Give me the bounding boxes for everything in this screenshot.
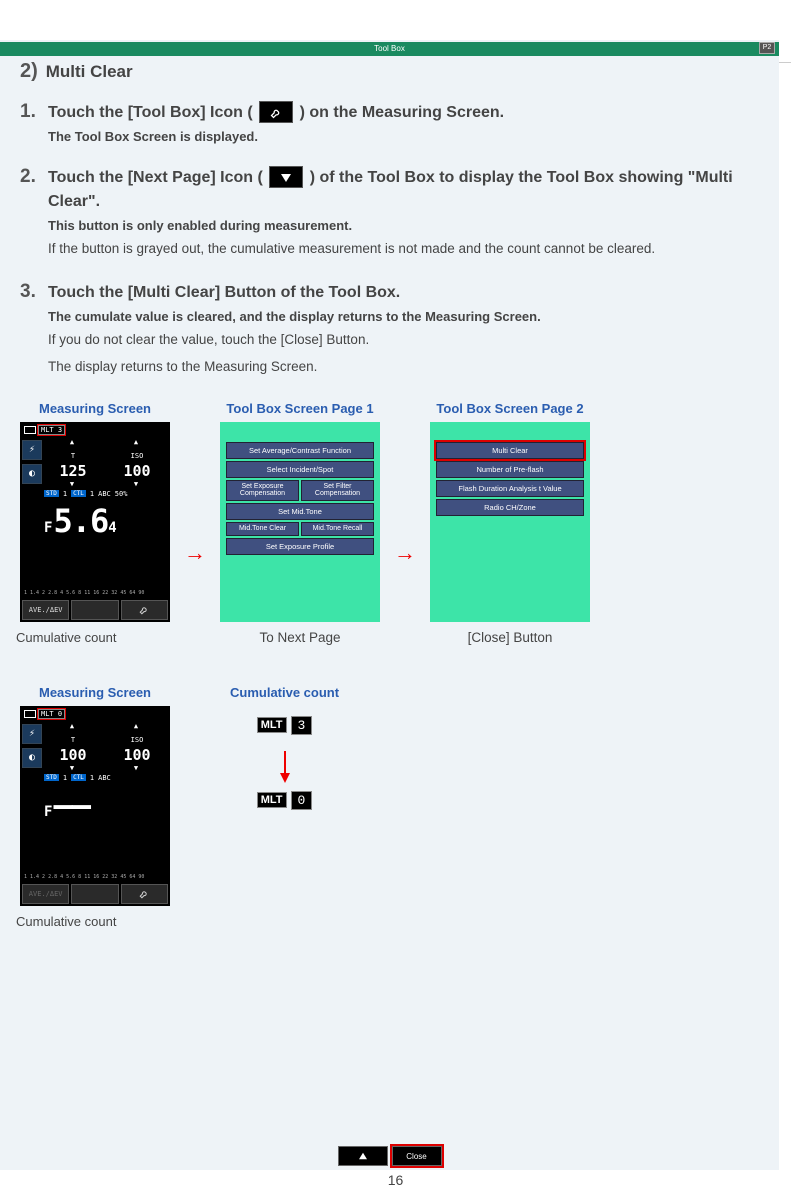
ev-scale: 1 1.4 2 2.8 4 5.6 8 11 16 22 32 45 64 90	[24, 590, 166, 596]
step-2: 2. Touch the [Next Page] Icon ( ) of the…	[20, 166, 749, 259]
iso-value[interactable]: 100	[108, 462, 166, 480]
step-3-sub: The cumulate value is cleared, and the d…	[48, 309, 749, 324]
btn-number-preflash[interactable]: Number of Pre-flash	[436, 461, 584, 478]
label-cumulative-count-2: Cumulative count	[16, 914, 116, 929]
zone-value: 1	[90, 774, 94, 782]
btn-filter-comp[interactable]: Set Filter Compensation	[301, 480, 374, 501]
iso-label: ISO	[131, 452, 144, 460]
label-cumulative-count: Cumulative count	[16, 630, 116, 645]
btn-multi-clear[interactable]: Multi Clear	[436, 442, 584, 459]
step-1-text-a: Touch the [Tool Box] Icon (	[48, 104, 253, 121]
f-reading: F5.64	[44, 502, 166, 540]
wrench-icon	[259, 101, 293, 123]
step-number: 2.	[20, 166, 36, 188]
mlt-after: MLT0	[257, 791, 313, 810]
battery-icon	[24, 426, 36, 434]
ctl-badge: CTL	[71, 490, 86, 497]
page-indicator: P2	[759, 42, 775, 54]
page-number: 16	[0, 1172, 791, 1188]
arrow-right-icon: →	[184, 540, 206, 566]
mlt-indicator: MLT 3	[38, 425, 65, 435]
iso-value[interactable]: 100	[108, 746, 166, 764]
blank-button[interactable]	[71, 884, 118, 904]
ch-value: 1	[63, 774, 67, 782]
std-badge: STD	[44, 490, 59, 497]
mlt-before: MLT3	[257, 716, 313, 735]
label-close-button: [Close] Button	[468, 630, 553, 645]
btn-exposure-profile[interactable]: Set Exposure Profile	[226, 538, 374, 555]
blank-button[interactable]	[71, 600, 118, 620]
section-heading: 2) Multi Clear	[20, 60, 749, 83]
caption-toolbox-p1: Tool Box Screen Page 1	[220, 401, 380, 416]
toolbox-button[interactable]	[121, 884, 168, 904]
arrow-stem	[284, 751, 286, 773]
step-2-sub: This button is only enabled during measu…	[48, 218, 749, 233]
toolbox-title: Tool Box	[0, 42, 779, 56]
iso-label: ISO	[131, 736, 144, 744]
section-title: Multi Clear	[46, 62, 133, 81]
arrow-down-icon	[280, 773, 290, 783]
t-label: T	[71, 452, 75, 460]
caption-measuring-screen: Measuring Screen	[39, 401, 151, 416]
toolbox-screen-p2: Tool Box P2 Multi Clear Number of Pre-fl…	[430, 422, 590, 622]
step-2-body: If the button is grayed out, the cumulat…	[48, 239, 749, 259]
sphere-mode-icon[interactable]: ◐	[22, 464, 42, 484]
percent-value: 50%	[115, 490, 128, 498]
step-2-text-a: Touch the [Next Page] Icon (	[48, 169, 263, 186]
f-reading: F––	[44, 786, 166, 824]
user-label: ABC	[98, 490, 111, 498]
btn-exposure-comp[interactable]: Set Exposure Compensation	[226, 480, 299, 501]
btn-radio-ch-zone[interactable]: Radio CH/Zone	[436, 499, 584, 516]
ave-ev-button[interactable]: AVE./ΔEV	[22, 600, 69, 620]
zone-value: 1	[90, 490, 94, 498]
flash-mode-icon[interactable]: ⚡	[22, 724, 42, 744]
std-badge: STD	[44, 774, 59, 781]
section-number: 2)	[20, 60, 38, 82]
arrow-right-icon: →	[394, 540, 416, 566]
user-label: ABC	[98, 774, 111, 782]
t-value[interactable]: 100	[44, 746, 102, 764]
t-label: T	[71, 736, 75, 744]
measuring-screen-1: MLT 3 ⚡ ◐ ▲ T	[20, 422, 170, 622]
ave-ev-button-disabled: AVE./ΔEV	[22, 884, 69, 904]
measuring-screen-2: MLT 0 ⚡ ◐ ▲ T	[20, 706, 170, 906]
step-1-sub: The Tool Box Screen is displayed.	[48, 129, 749, 144]
step-number: 1.	[20, 101, 36, 123]
prev-page-button[interactable]	[338, 1146, 388, 1166]
btn-midtone-recall[interactable]: Mid.Tone Recall	[301, 522, 374, 536]
triangle-down-icon	[269, 166, 303, 188]
t-value[interactable]: 125	[44, 462, 102, 480]
ev-scale: 1 1.4 2 2.8 4 5.6 8 11 16 22 32 45 64 90	[24, 874, 166, 880]
btn-flash-duration[interactable]: Flash Duration Analysis t Value	[436, 480, 584, 497]
sphere-mode-icon[interactable]: ◐	[22, 748, 42, 768]
toolbox-screen-p1: Tool Box P1 Set Average/Contrast Functio…	[220, 422, 380, 622]
step-3-body2: The display returns to the Measuring Scr…	[48, 357, 749, 377]
caption-measuring-screen-2: Measuring Screen	[39, 685, 151, 700]
ctl-badge: CTL	[71, 774, 86, 781]
btn-select-incident-spot[interactable]: Select Incident/Spot	[226, 461, 374, 478]
btn-midtone-clear[interactable]: Mid.Tone Clear	[226, 522, 299, 536]
btn-average-contrast[interactable]: Set Average/Contrast Function	[226, 442, 374, 459]
close-button[interactable]: Close	[392, 1146, 442, 1166]
step-1-text-b: ) on the Measuring Screen.	[300, 104, 504, 121]
battery-icon	[24, 710, 36, 718]
ch-value: 1	[63, 490, 67, 498]
step-1: 1. Touch the [Tool Box] Icon ( ) on the …	[20, 101, 749, 144]
caption-toolbox-p2: Tool Box Screen Page 2	[430, 401, 590, 416]
flash-mode-icon[interactable]: ⚡	[22, 440, 42, 460]
btn-set-midtone[interactable]: Set Mid.Tone	[226, 503, 374, 520]
caption-cumulative-count: Cumulative count	[230, 685, 339, 700]
label-to-next-page: To Next Page	[259, 630, 340, 645]
step-number: 3.	[20, 281, 36, 303]
step-3-head: Touch the [Multi Clear] Button of the To…	[48, 281, 749, 305]
step-3: 3. Touch the [Multi Clear] Button of the…	[20, 281, 749, 377]
step-3-body1: If you do not clear the value, touch the…	[48, 330, 749, 350]
toolbox-button[interactable]	[121, 600, 168, 620]
mlt-indicator: MLT 0	[38, 709, 65, 719]
